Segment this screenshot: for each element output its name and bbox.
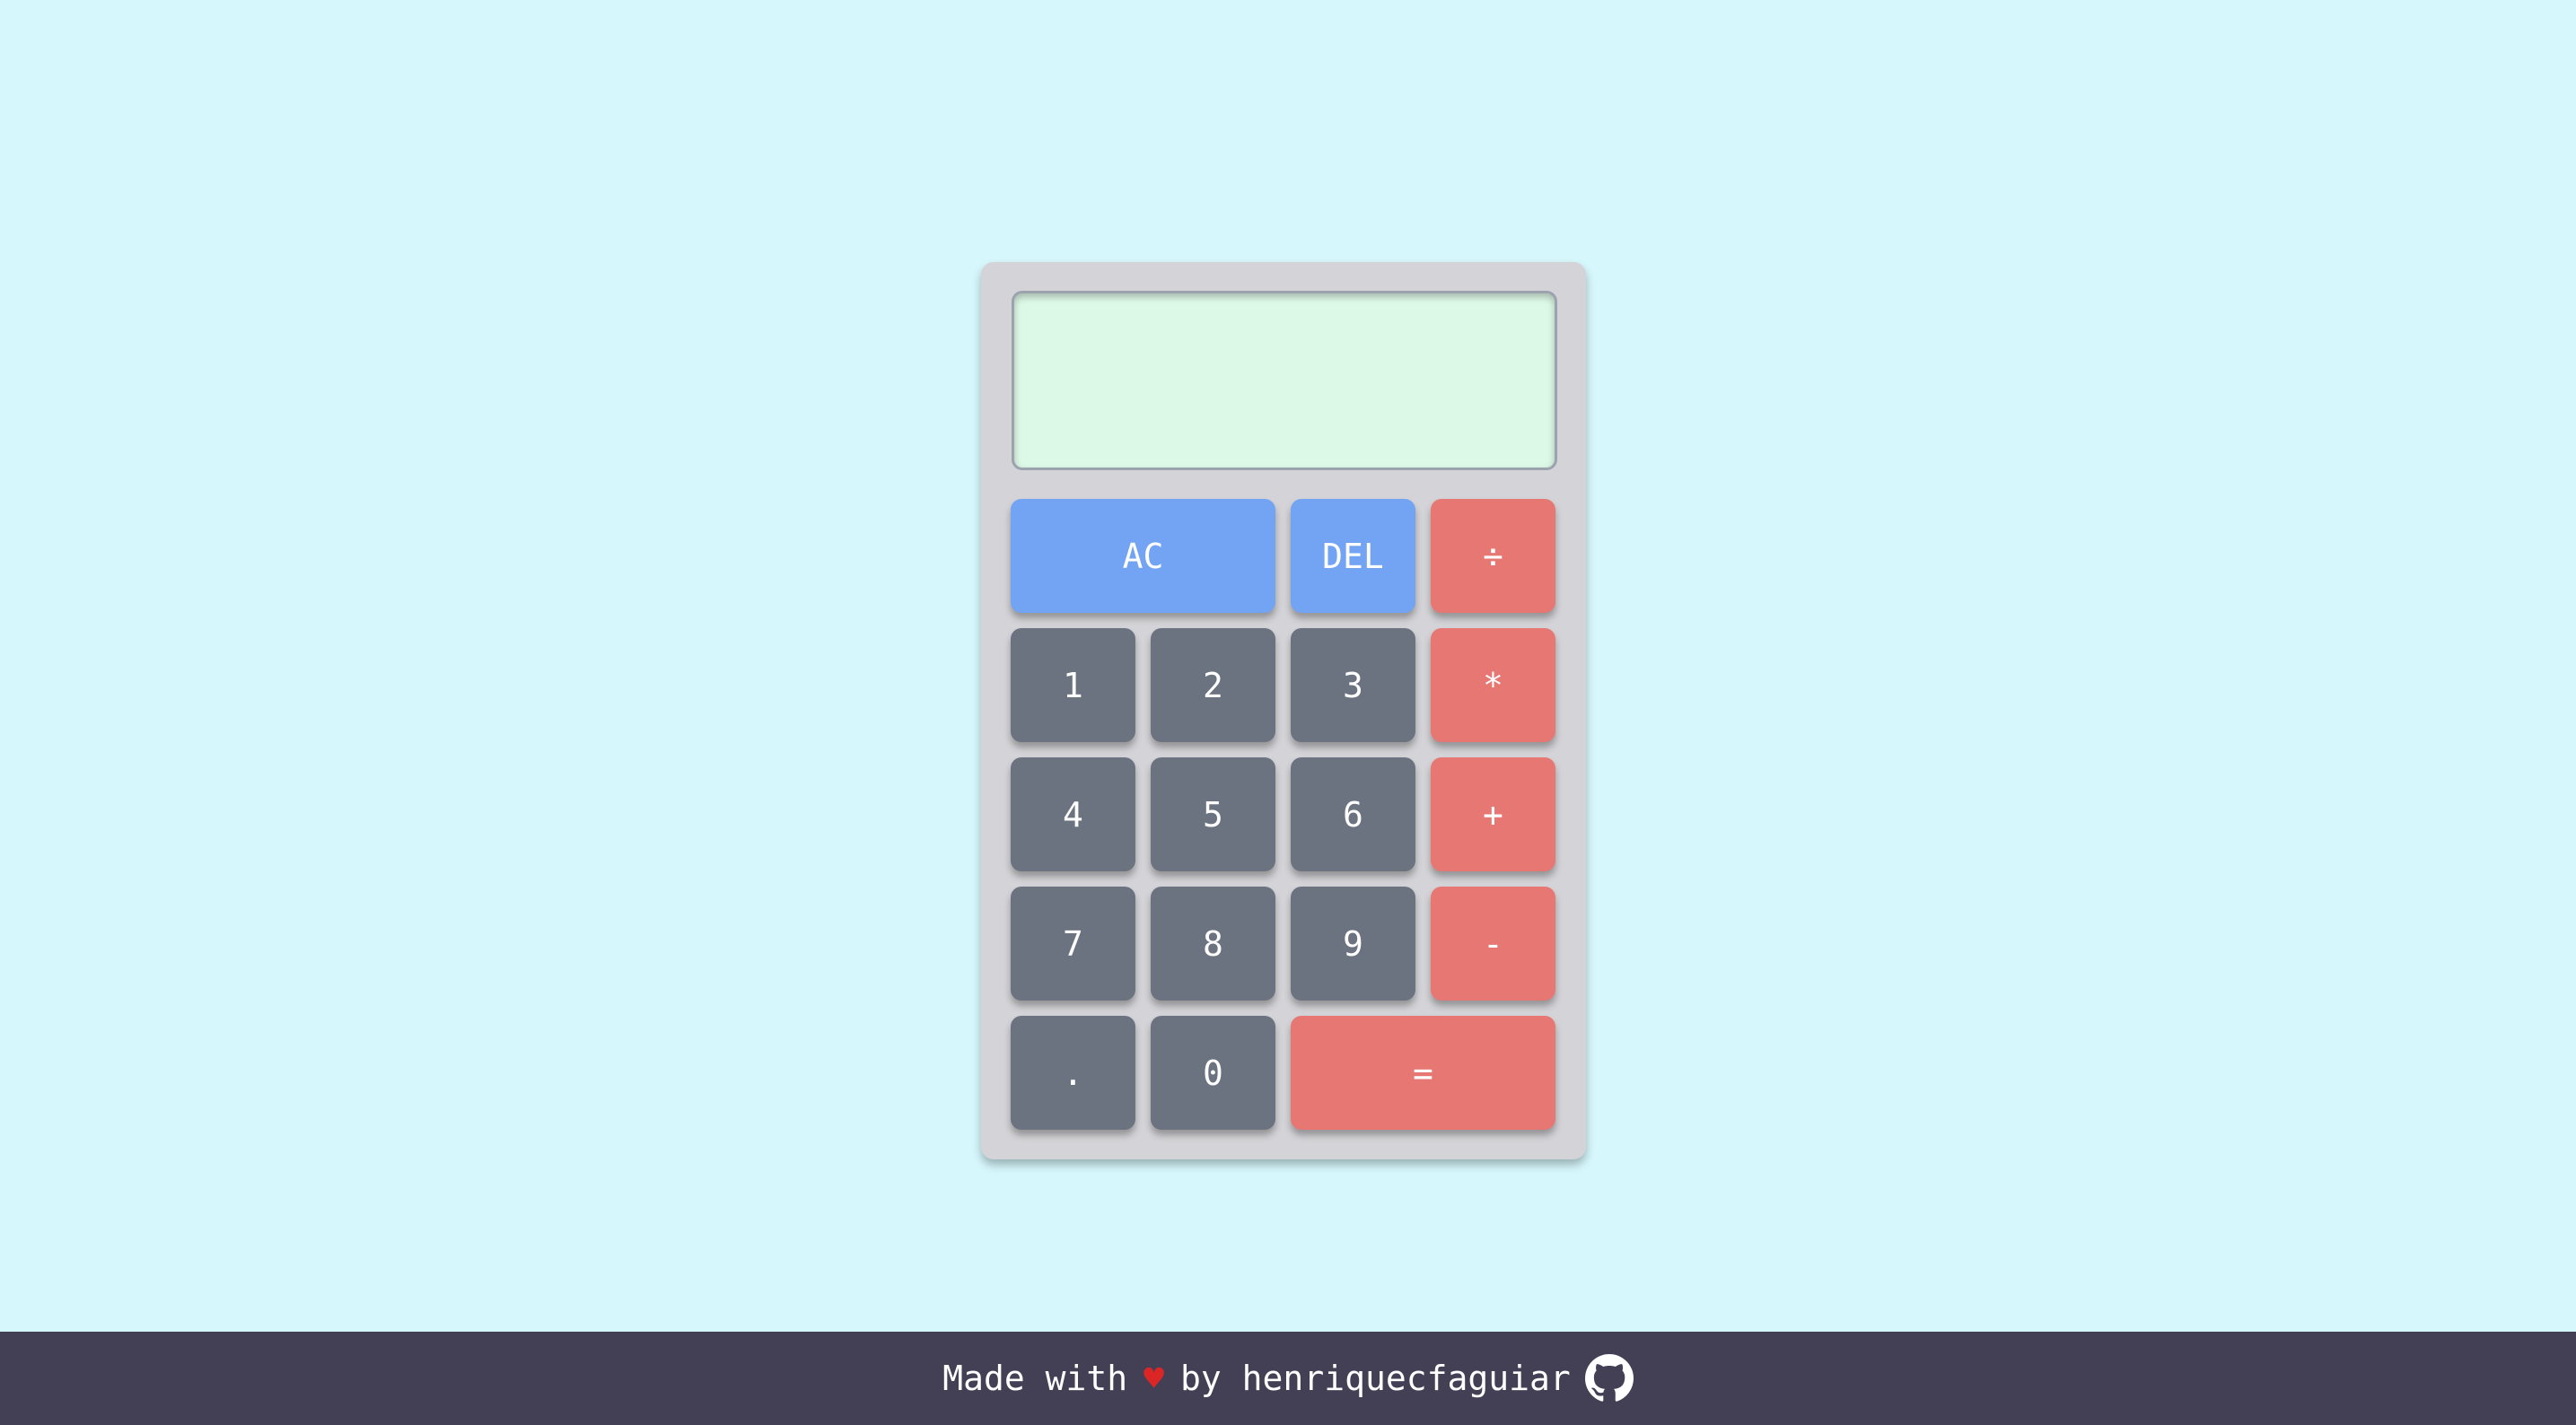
plus-button[interactable]: + — [1431, 757, 1555, 871]
github-icon[interactable] — [1584, 1354, 1634, 1403]
footer-made-with-text: Made with — [942, 1359, 1128, 1398]
digit-2-button[interactable]: 2 — [1151, 628, 1275, 742]
footer-author-text: by henriquecfaguiar — [1180, 1359, 1571, 1398]
digit-1-button[interactable]: 1 — [1011, 628, 1135, 742]
minus-button[interactable]: - — [1431, 887, 1555, 1001]
equals-button[interactable]: = — [1291, 1016, 1555, 1130]
digit-6-button[interactable]: 6 — [1291, 757, 1415, 871]
divide-button[interactable]: ÷ — [1431, 499, 1555, 613]
digit-7-button[interactable]: 7 — [1011, 887, 1135, 1001]
digit-9-button[interactable]: 9 — [1291, 887, 1415, 1001]
delete-button[interactable]: DEL — [1291, 499, 1415, 613]
calculator: AC DEL ÷ 1 2 3 * 4 5 6 + 7 8 9 - . 0 = — [981, 262, 1586, 1159]
calculator-display — [1012, 291, 1557, 470]
clear-all-button[interactable]: AC — [1011, 499, 1275, 613]
digit-8-button[interactable]: 8 — [1151, 887, 1275, 1001]
footer: Made with ♥ by henriquecfaguiar — [0, 1332, 2576, 1425]
decimal-point-button[interactable]: . — [1011, 1016, 1135, 1130]
digit-0-button[interactable]: 0 — [1151, 1016, 1275, 1130]
digit-5-button[interactable]: 5 — [1151, 757, 1275, 871]
digit-4-button[interactable]: 4 — [1011, 757, 1135, 871]
keypad: AC DEL ÷ 1 2 3 * 4 5 6 + 7 8 9 - . 0 = — [1011, 499, 1556, 1131]
digit-3-button[interactable]: 3 — [1291, 628, 1415, 742]
heart-icon: ♥ — [1143, 1359, 1165, 1398]
multiply-button[interactable]: * — [1431, 628, 1555, 742]
